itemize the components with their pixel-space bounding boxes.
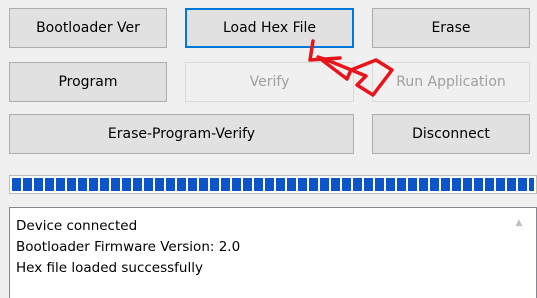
bootloader-ver-button[interactable]: Bootloader Ver	[9, 8, 167, 48]
run-application-button[interactable]: Run Application	[372, 62, 530, 102]
status-log[interactable]: Device connected Bootloader Firmware Vers…	[9, 207, 537, 298]
status-log-line: Hex file loaded successfully	[16, 260, 203, 276]
erase-program-verify-button[interactable]: Erase-Program-Verify	[9, 114, 354, 154]
status-log-lines: Device connected Bootloader Firmware Vers…	[16, 216, 240, 279]
progress-fill	[12, 178, 534, 191]
status-log-line: Device connected	[16, 218, 138, 234]
scroll-up-arrow-icon[interactable]: ▲	[512, 218, 526, 228]
status-log-line: Bootloader Firmware Version: 2.0	[16, 239, 241, 255]
load-hex-file-button[interactable]: Load Hex File	[185, 8, 354, 48]
program-button[interactable]: Program	[9, 62, 167, 102]
erase-button[interactable]: Erase	[372, 8, 530, 48]
verify-button[interactable]: Verify	[185, 62, 354, 102]
disconnect-button[interactable]: Disconnect	[372, 114, 530, 154]
progress-bar	[9, 175, 537, 194]
